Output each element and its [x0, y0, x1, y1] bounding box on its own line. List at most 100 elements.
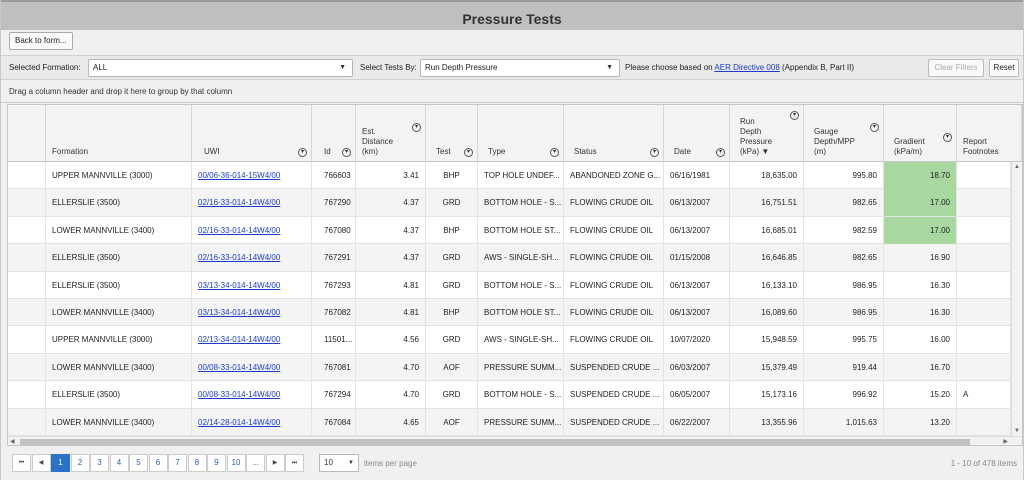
cell-type: TOP HOLE UNDEF...	[478, 162, 564, 189]
cell-status: FLOWING CRUDE OIL	[564, 299, 664, 326]
cell-test: GRD	[426, 244, 478, 272]
cell-gradient: 16.30	[884, 299, 957, 326]
vertical-scrollbar[interactable]: ▲ ▼	[1011, 162, 1022, 436]
cell-id: 767081	[312, 353, 356, 381]
reset-button[interactable]: Reset	[989, 59, 1019, 77]
next-page-button[interactable]: ▶	[265, 454, 285, 472]
scroll-right-icon[interactable]: ▶	[1003, 438, 1008, 445]
page-size-select[interactable]: 10 ▼	[319, 454, 359, 472]
cell-formation: ELLERSLIE (3500)	[46, 244, 192, 272]
row-selector-cell	[8, 216, 46, 244]
scroll-down-icon[interactable]: ▼	[1014, 428, 1020, 434]
filter-icon[interactable]: ▾	[650, 148, 659, 157]
prev-page-button[interactable]: ◀	[31, 454, 51, 472]
page-button-more[interactable]: ...	[246, 454, 265, 472]
cell-uwi: 02/16-33-014-14W4/00	[192, 216, 312, 244]
column-header-uwi[interactable]: UWI ▾	[192, 105, 312, 162]
aer-directive-link[interactable]: AER Directive 008	[714, 63, 779, 72]
table-row[interactable]: ELLERSLIE (3500) 02/16-33-014-14W4/00 7672…	[8, 189, 1011, 217]
page-button-3[interactable]: 3	[90, 454, 109, 472]
table-row[interactable]: LOWER MANNVILLE (3400) 02/14-28-014-14W4/…	[8, 408, 1011, 436]
cell-type: BOTTOM HOLE - S...	[478, 381, 564, 409]
filter-icon[interactable]: ▾	[790, 111, 799, 120]
cell-date: 06/16/1981	[664, 162, 730, 189]
page-button-8[interactable]: 8	[187, 454, 207, 472]
cell-footnote	[957, 353, 1011, 381]
clear-filters-button[interactable]: Clear Filters	[928, 59, 984, 77]
column-header-distance[interactable]: Est. Distance (km) ▾	[356, 105, 426, 162]
table-row[interactable]: LOWER MANNVILLE (3400) 02/16-33-014-14W4/…	[8, 216, 1011, 245]
cell-uwi: 02/16-33-014-14W4/00	[192, 244, 312, 272]
uwi-link[interactable]: 00/08-33-014-14W4/00	[198, 390, 280, 399]
first-page-button[interactable]: ⏮	[12, 454, 31, 472]
column-header-gauge-depth[interactable]: Gauge Depth/MPP (m) ▾	[804, 105, 884, 162]
column-header-status[interactable]: Status ▾	[564, 105, 664, 162]
filter-icon[interactable]: ▾	[412, 123, 421, 132]
cell-id: 11501...	[312, 326, 356, 354]
column-header-type[interactable]: Type ▾	[478, 105, 564, 162]
back-to-form-button[interactable]: Back to form...	[9, 32, 73, 50]
filter-toolbar: Selected Formation: ALL ▼ Select Tests B…	[1, 55, 1023, 80]
filter-icon[interactable]: ▾	[464, 148, 473, 157]
cell-test: GRD	[426, 271, 478, 299]
filter-icon[interactable]: ▾	[716, 148, 725, 157]
table-row[interactable]: LOWER MANNVILLE (3400) 03/13-34-014-14W4/…	[8, 299, 1011, 327]
table-row[interactable]: UPPER MANNVILLE (3000) 00/06-36-014-15W4/…	[8, 162, 1011, 190]
column-header-date[interactable]: Date ▾	[664, 105, 730, 162]
cell-uwi: 02/14-28-014-14W4/00	[192, 408, 312, 436]
tests-by-select[interactable]: Run Depth Pressure ▼	[420, 59, 620, 77]
directive-hint: Please choose based on AER Directive 008…	[625, 63, 854, 72]
row-selector-cell	[8, 326, 46, 354]
cell-gradient: 15.20	[884, 381, 957, 409]
table-row[interactable]: ELLERSLIE (3500) 03/13-34-014-14W4/00 7672…	[8, 271, 1011, 299]
column-header-run-depth-pressure[interactable]: Run Depth Pressure (kPa) ▼ ▾	[730, 105, 804, 162]
column-header-id[interactable]: Id ▾	[312, 105, 356, 162]
column-header-formation[interactable]: Formation	[46, 105, 192, 162]
table-row[interactable]: LOWER MANNVILLE (3400) 00/08-33-014-14W4/…	[8, 353, 1011, 382]
page-button-4[interactable]: 4	[109, 454, 129, 472]
uwi-link[interactable]: 02/16-33-014-14W4/00	[198, 226, 280, 235]
scroll-left-icon[interactable]: ◀	[10, 438, 15, 445]
filter-icon[interactable]: ▾	[870, 123, 879, 132]
cell-rdp: 15,379.49	[730, 353, 804, 381]
formation-select[interactable]: ALL ▼	[88, 59, 353, 77]
cell-date: 06/13/2007	[664, 271, 730, 299]
uwi-link[interactable]: 00/06-36-014-15W4/00	[198, 171, 280, 180]
table-row[interactable]: ELLERSLIE (3500) 00/08-33-014-14W4/00 7672…	[8, 381, 1011, 409]
uwi-link[interactable]: 02/14-28-014-14W4/00	[198, 418, 280, 427]
filter-icon[interactable]: ▾	[943, 133, 952, 142]
column-header-gradient[interactable]: Gradient (kPa/m) ▾	[884, 105, 957, 162]
filter-icon[interactable]: ▾	[298, 148, 307, 157]
page-button-5[interactable]: 5	[129, 454, 148, 472]
uwi-link[interactable]: 02/16-33-014-14W4/00	[198, 198, 280, 207]
filter-icon[interactable]: ▾	[342, 148, 351, 157]
table-row[interactable]: ELLERSLIE (3500) 02/16-33-014-14W4/00 7672…	[8, 244, 1011, 272]
page-button-1[interactable]: 1	[51, 454, 70, 472]
page-button-2[interactable]: 2	[70, 454, 90, 472]
page-button-10[interactable]: 10	[226, 454, 246, 472]
scroll-up-icon[interactable]: ▲	[1014, 164, 1020, 170]
last-page-button[interactable]: ⏭	[285, 454, 304, 472]
uwi-link[interactable]: 03/13-34-014-14W4/00	[198, 308, 280, 317]
uwi-link[interactable]: 02/16-33-014-14W4/00	[198, 253, 280, 262]
cell-test: AOF	[426, 408, 478, 436]
uwi-link[interactable]: 00/08-33-014-14W4/00	[198, 363, 280, 372]
page-button-7[interactable]: 7	[168, 454, 187, 472]
page-button-6[interactable]: 6	[148, 454, 168, 472]
column-header-footnotes[interactable]: Report Footnotes	[957, 105, 1022, 162]
cell-formation: ELLERSLIE (3500)	[46, 189, 192, 217]
filter-icon[interactable]: ▾	[550, 148, 559, 157]
cell-id: 767080	[312, 216, 356, 244]
page-button-9[interactable]: 9	[207, 454, 226, 472]
cell-dist: 4.37	[356, 216, 426, 244]
table-row[interactable]: UPPER MANNVILLE (3000) 02/13-34-014-14W4/…	[8, 326, 1011, 354]
uwi-link[interactable]: 02/13-34-014-14W4/00	[198, 335, 280, 344]
scrollbar-thumb[interactable]	[20, 439, 970, 445]
group-drop-area[interactable]: Drag a column header and drop it here to…	[1, 81, 1023, 103]
cell-status: SUSPENDED CRUDE ...	[564, 381, 664, 409]
cell-type: BOTTOM HOLE - S...	[478, 189, 564, 217]
horizontal-scrollbar[interactable]: ◀ ▶	[8, 436, 1022, 445]
cell-gradient: 16.00	[884, 326, 957, 354]
uwi-link[interactable]: 03/13-34-014-14W4/00	[198, 281, 280, 290]
column-header-test[interactable]: Test ▾	[426, 105, 478, 162]
